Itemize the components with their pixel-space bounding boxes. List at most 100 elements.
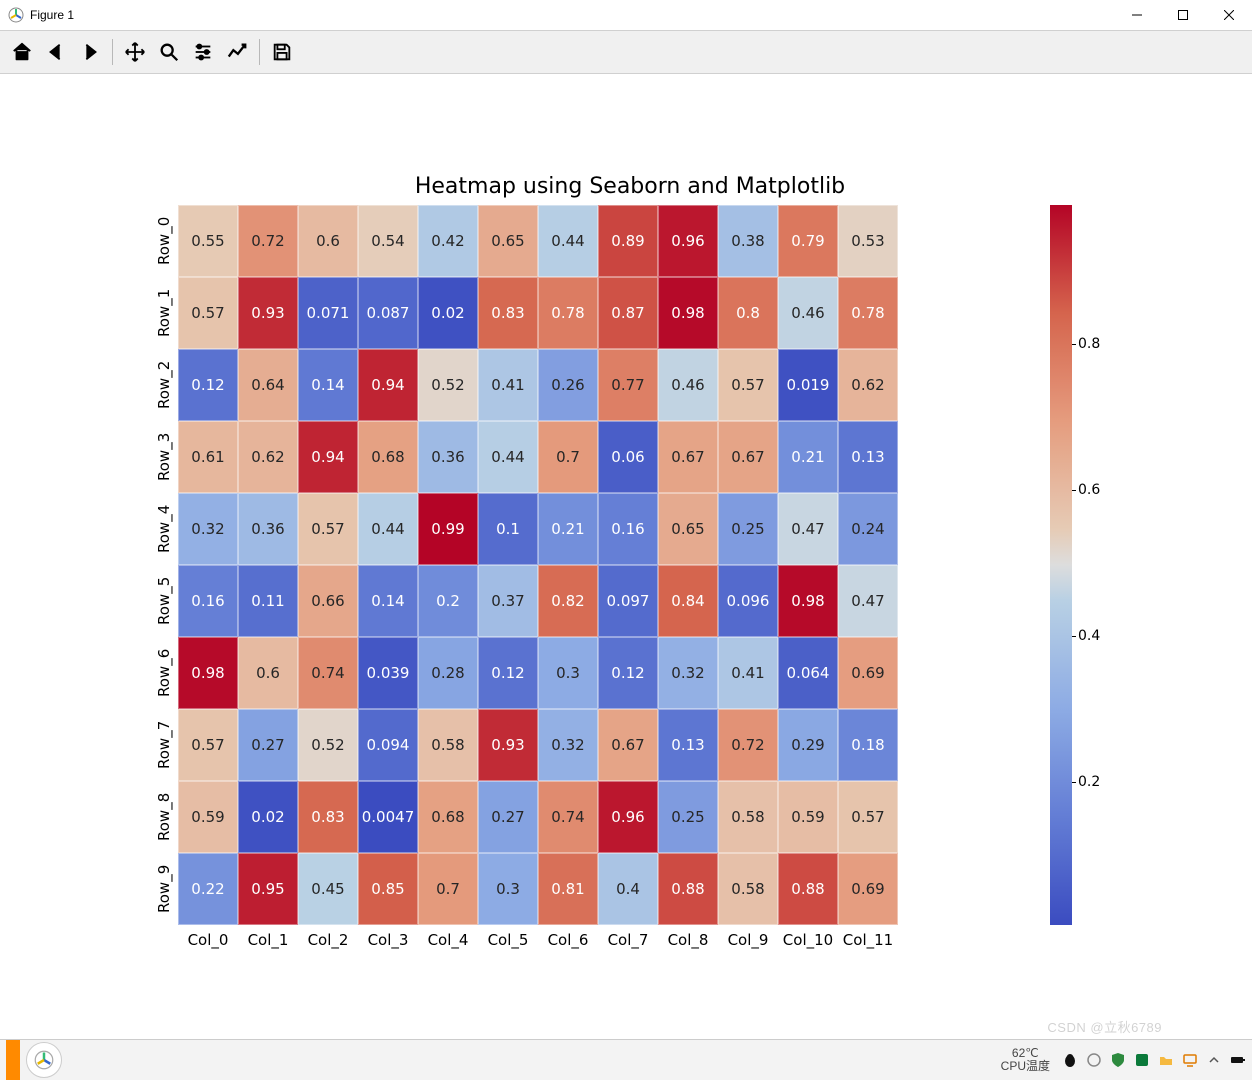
save-button[interactable]	[266, 36, 298, 68]
heatmap-cell: 0.0047	[358, 781, 418, 853]
y-tick-label: Row_0	[150, 205, 178, 277]
toolbar-separator	[112, 39, 113, 65]
cpu-temp-widget[interactable]: 62℃ CPU温度	[1001, 1047, 1050, 1073]
x-tick-label: Col_8	[658, 925, 718, 949]
os-taskbar[interactable]: 62℃ CPU温度	[0, 1039, 1252, 1080]
heatmap-cell: 0.57	[178, 709, 238, 781]
zoom-button[interactable]	[153, 36, 185, 68]
heatmap-cell: 0.84	[658, 565, 718, 637]
heatmap-cell: 0.41	[478, 349, 538, 421]
edit-axis-button[interactable]	[221, 36, 253, 68]
window-title: Figure 1	[30, 8, 74, 22]
heatmap-cell: 0.78	[538, 277, 598, 349]
sync-icon[interactable]	[1086, 1052, 1102, 1068]
heatmap-cell: 0.12	[178, 349, 238, 421]
heatmap-cell: 0.32	[658, 637, 718, 709]
heatmap-cell: 0.6	[238, 637, 298, 709]
heatmap-cell: 0.32	[178, 493, 238, 565]
heatmap-cell: 0.69	[838, 853, 898, 925]
heatmap-cell: 0.27	[478, 781, 538, 853]
heatmap-cell: 0.13	[838, 421, 898, 493]
back-button[interactable]	[40, 36, 72, 68]
colorbar-ticks: 0.20.40.60.8	[1072, 205, 1110, 925]
heatmap-cell: 0.85	[358, 853, 418, 925]
minimize-button[interactable]	[1114, 0, 1160, 30]
heatmap-cell: 0.16	[598, 493, 658, 565]
home-button[interactable]	[6, 36, 38, 68]
colorbar-gradient	[1050, 205, 1072, 925]
heatmap-cell: 0.27	[238, 709, 298, 781]
heatmap-cell: 0.59	[778, 781, 838, 853]
heatmap-cell: 0.41	[718, 637, 778, 709]
heatmap-cell: 0.02	[418, 277, 478, 349]
heatmap-cell: 0.12	[598, 637, 658, 709]
heatmap-cell: 0.65	[478, 205, 538, 277]
heatmap-cell: 0.79	[778, 205, 838, 277]
shield-icon[interactable]	[1110, 1052, 1126, 1068]
heatmap-cell: 0.88	[658, 853, 718, 925]
heatmap-cell: 0.55	[178, 205, 238, 277]
qq-icon[interactable]	[1062, 1052, 1078, 1068]
y-tick-label: Row_7	[150, 709, 178, 781]
titlebar[interactable]: Figure 1	[0, 0, 1252, 30]
heatmap-cell: 0.74	[298, 637, 358, 709]
close-button[interactable]	[1206, 0, 1252, 30]
heatmap-cell: 0.59	[178, 781, 238, 853]
y-axis-labels: Row_0Row_1Row_2Row_3Row_4Row_5Row_6Row_7…	[150, 205, 178, 925]
heatmap-cell: 0.47	[838, 565, 898, 637]
forward-button[interactable]	[74, 36, 106, 68]
x-tick-label: Col_3	[358, 925, 418, 949]
battery-icon[interactable]	[1230, 1052, 1246, 1068]
x-tick-label: Col_10	[778, 925, 838, 949]
x-tick-label: Col_5	[478, 925, 538, 949]
colorbar-tick-label: 0.8	[1078, 336, 1100, 352]
heatmap-cell: 0.81	[538, 853, 598, 925]
taskbar-app-icon[interactable]	[26, 1042, 62, 1078]
heatmap-cell: 0.57	[838, 781, 898, 853]
plot-canvas[interactable]: Heatmap using Seaborn and Matplotlib Row…	[0, 74, 1252, 1080]
heatmap-cell: 0.53	[838, 205, 898, 277]
heatmap-cell: 0.98	[778, 565, 838, 637]
heatmap-cell: 0.8	[718, 277, 778, 349]
security-icon[interactable]	[1134, 1052, 1150, 1068]
heatmap-cell: 0.26	[538, 349, 598, 421]
app-icon	[8, 7, 24, 23]
colorbar-tick-label: 0.6	[1078, 482, 1100, 498]
y-tick-label: Row_1	[150, 277, 178, 349]
heatmap-cell: 0.96	[598, 781, 658, 853]
x-tick-label: Col_7	[598, 925, 658, 949]
heatmap-cell: 0.88	[778, 853, 838, 925]
folder-icon[interactable]	[1158, 1052, 1174, 1068]
monitor-icon[interactable]	[1182, 1052, 1198, 1068]
configure-subplots-button[interactable]	[187, 36, 219, 68]
chevron-up-icon[interactable]	[1206, 1052, 1222, 1068]
heatmap-cell: 0.62	[838, 349, 898, 421]
pan-button[interactable]	[119, 36, 151, 68]
heatmap-cell: 0.83	[298, 781, 358, 853]
chart-title: Heatmap using Seaborn and Matplotlib	[150, 174, 1110, 199]
taskbar-accent	[6, 1040, 20, 1080]
heatmap-cell: 0.7	[538, 421, 598, 493]
system-tray[interactable]	[1062, 1052, 1246, 1068]
heatmap-cell: 0.32	[538, 709, 598, 781]
heatmap-cell: 0.64	[238, 349, 298, 421]
maximize-button[interactable]	[1160, 0, 1206, 30]
matplotlib-window: Figure 1 Heatmap using Seaborn and Matpl…	[0, 0, 1252, 1080]
x-tick-label: Col_9	[718, 925, 778, 949]
heatmap-cell: 0.11	[238, 565, 298, 637]
y-tick-label: Row_3	[150, 421, 178, 493]
heatmap-cell: 0.98	[658, 277, 718, 349]
heatmap-cell: 0.89	[598, 205, 658, 277]
heatmap-cell: 0.68	[358, 421, 418, 493]
heatmap-cell: 0.42	[418, 205, 478, 277]
x-tick-label: Col_4	[418, 925, 478, 949]
heatmap-cell: 0.69	[838, 637, 898, 709]
x-axis-labels: Col_0Col_1Col_2Col_3Col_4Col_5Col_6Col_7…	[178, 925, 898, 949]
heatmap-cell: 0.064	[778, 637, 838, 709]
heatmap-cell: 0.57	[718, 349, 778, 421]
heatmap-cell: 0.58	[418, 709, 478, 781]
heatmap-cell: 0.12	[478, 637, 538, 709]
heatmap-cell: 0.087	[358, 277, 418, 349]
heatmap-cell: 0.6	[298, 205, 358, 277]
heatmap-cell: 0.57	[298, 493, 358, 565]
